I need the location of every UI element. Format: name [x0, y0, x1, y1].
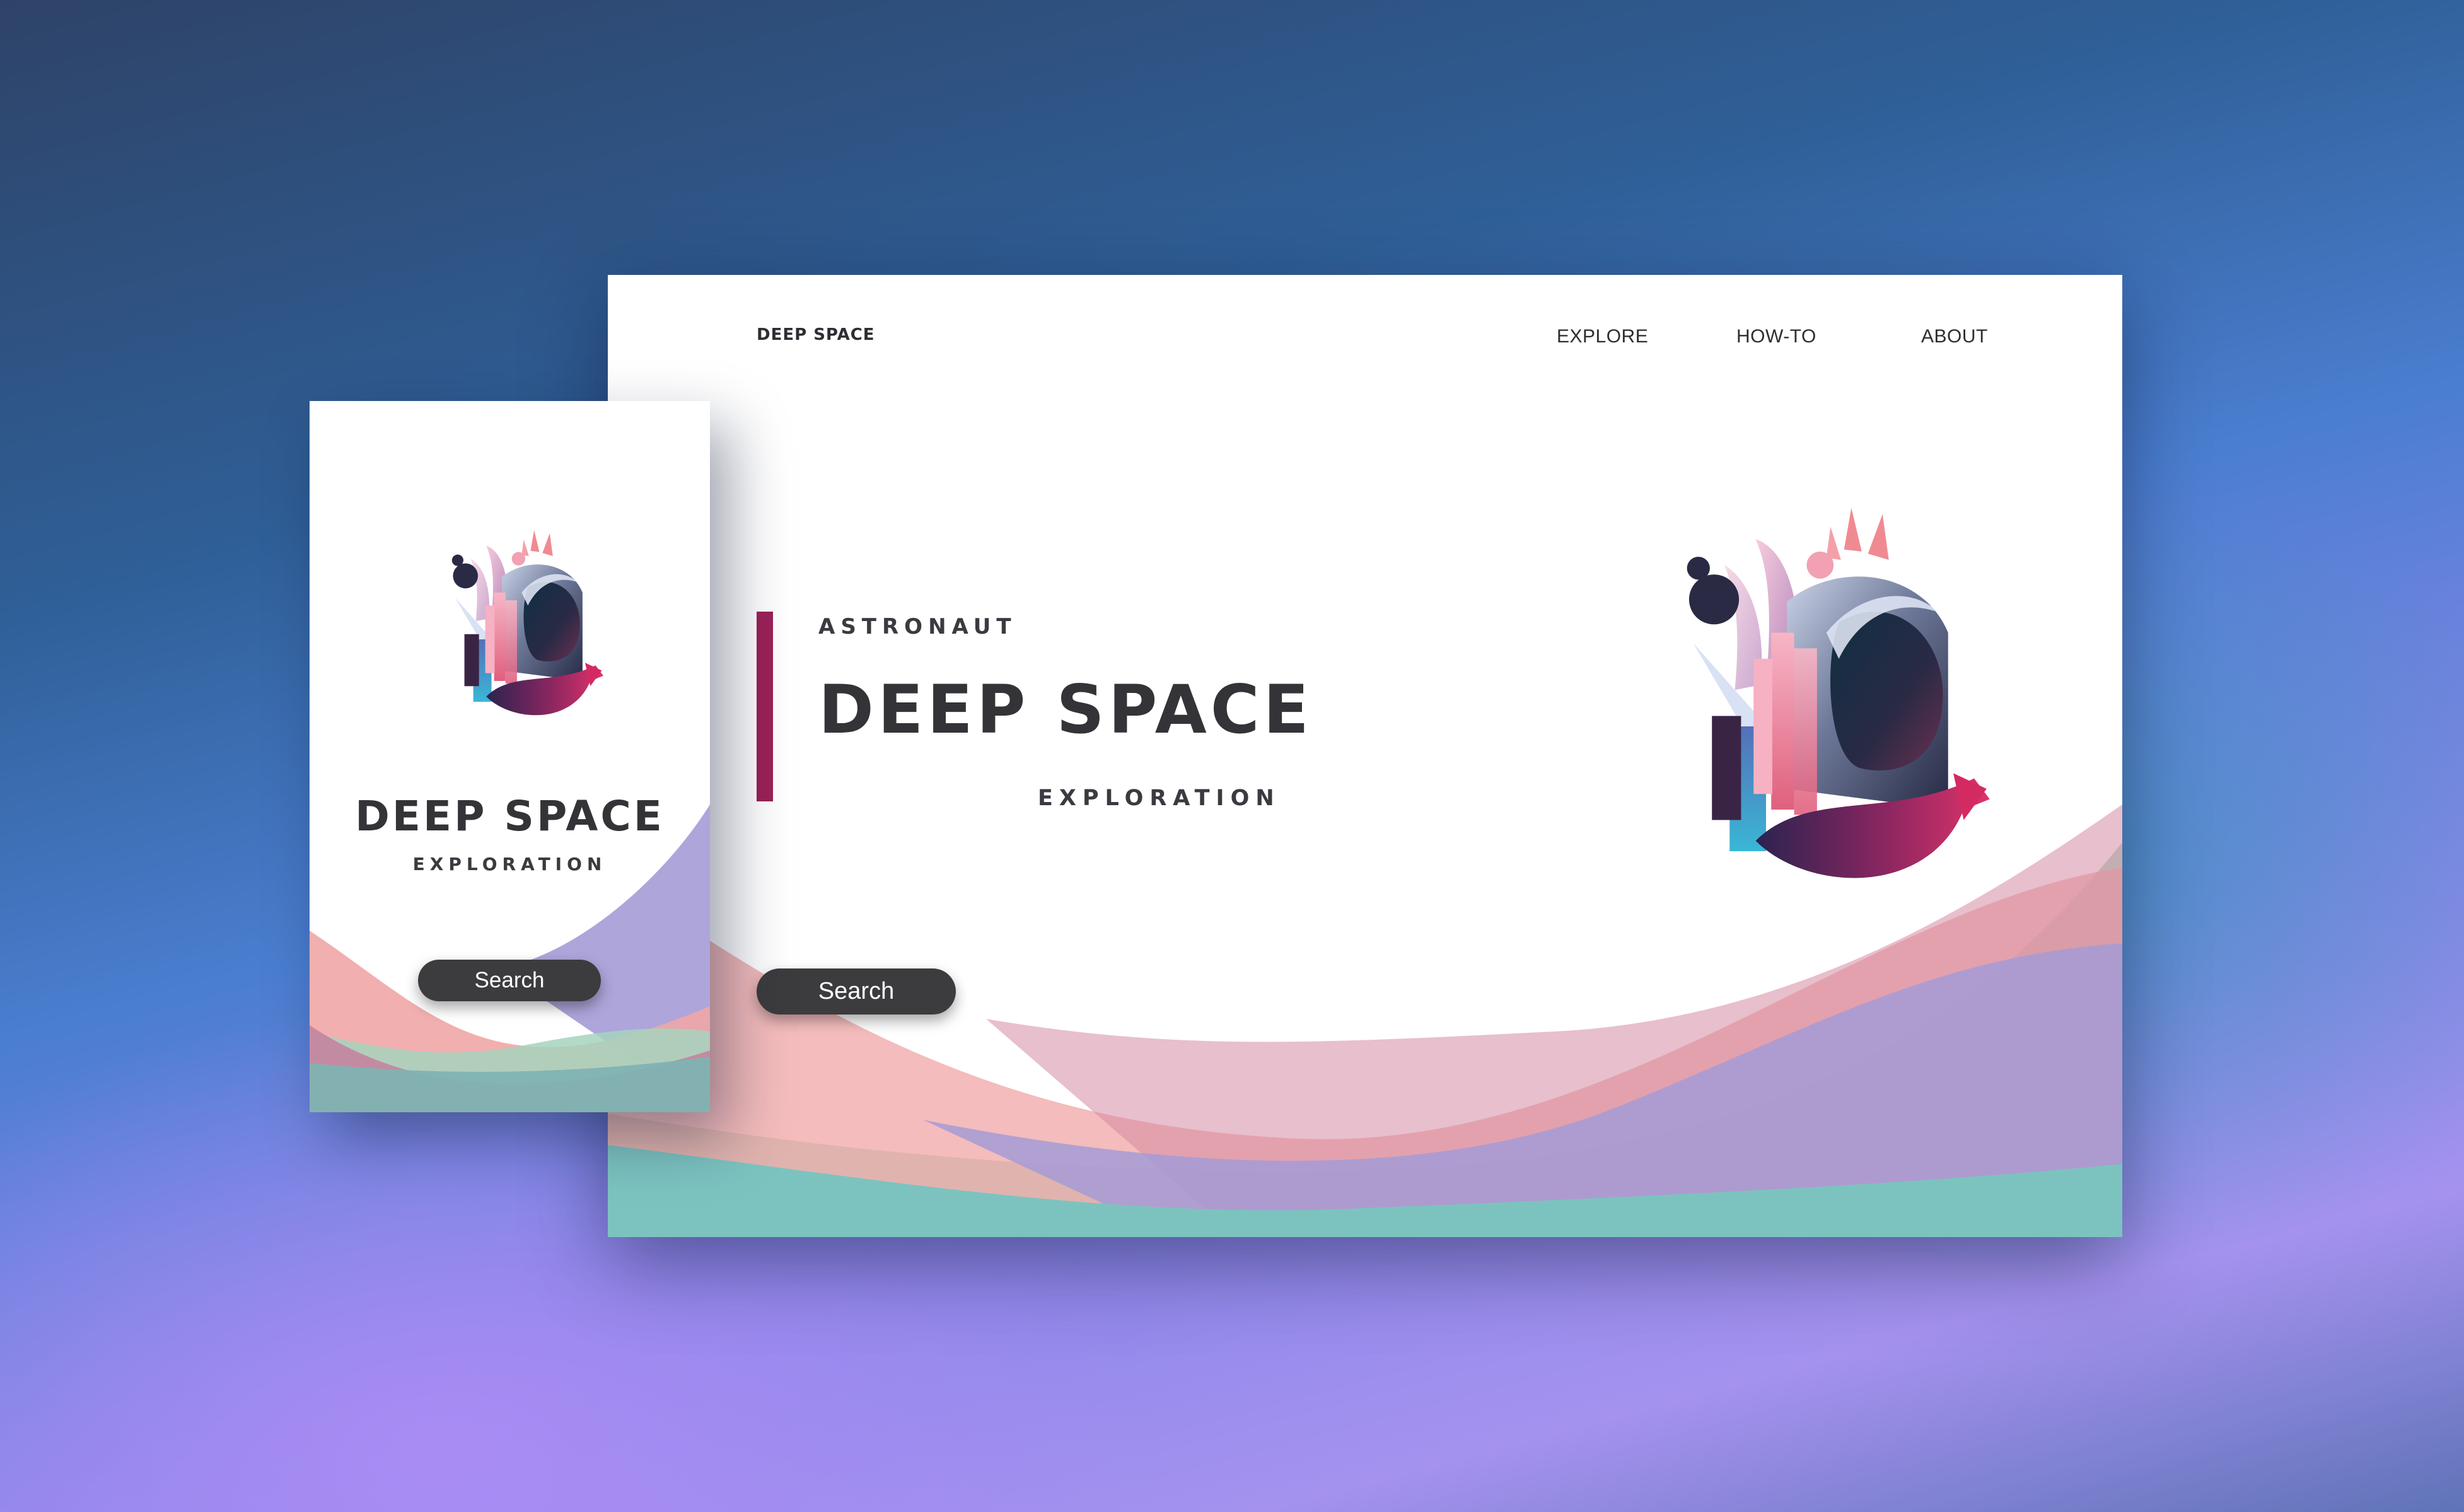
brand-logo[interactable]: DEEP SPACE — [757, 325, 875, 344]
mobile-subtitle: EXPLORATION — [412, 854, 607, 875]
nav-how-to[interactable]: HOW-TO — [1736, 326, 1816, 347]
astronaut-helmet-illustration — [398, 515, 606, 723]
hero-eyebrow: ASTRONAUT — [818, 614, 1017, 639]
accent-bar — [757, 612, 773, 801]
mobile-title: DEEP SPACE — [355, 792, 665, 840]
desktop-landing-page: DEEP SPACE EXPLORE HOW-TO ABOUT ASTRONAU… — [608, 275, 2122, 1237]
hero-subtitle: EXPLORATION — [1038, 786, 1281, 811]
decorative-waves — [310, 805, 710, 1112]
nav-about[interactable]: ABOUT — [1921, 326, 1988, 347]
hero-title: DEEP SPACE — [818, 671, 1313, 748]
search-button[interactable]: Search — [757, 968, 956, 1015]
mobile-landing-page: DEEP SPACE EXPLORATION Search — [310, 401, 710, 1112]
astronaut-helmet-illustration — [1579, 477, 1995, 893]
nav-explore[interactable]: EXPLORE — [1557, 326, 1648, 347]
mobile-search-button[interactable]: Search — [418, 960, 601, 1001]
